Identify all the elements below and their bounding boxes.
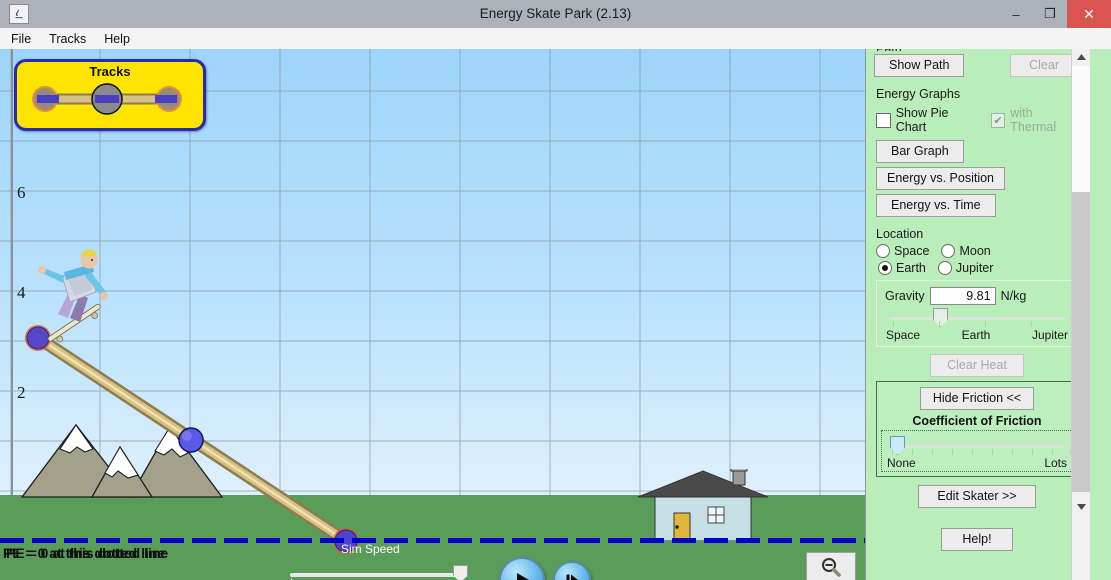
gravity-min-label: Space <box>886 328 921 342</box>
gravity-slider-ticks <box>889 321 1074 328</box>
scroll-down-arrow[interactable] <box>1072 499 1090 516</box>
friction-slider-labels: None Lots <box>887 456 1067 470</box>
skater[interactable] <box>30 246 116 346</box>
scroll-up-arrow[interactable] <box>1072 49 1090 66</box>
energy-vs-time-button[interactable]: Energy vs. Time <box>876 194 996 217</box>
with-thermal-label: with Thermal <box>1010 106 1057 134</box>
gravity-input[interactable] <box>929 287 996 305</box>
energy-skate-park-window: Energy Skate Park (2.13) – ❐ ✕ File Trac… <box>0 0 1111 580</box>
show-pie-chart-checkbox[interactable] <box>876 112 891 128</box>
track-control-point-middle[interactable] <box>177 426 205 454</box>
location-option-moon[interactable]: Moon <box>941 244 991 258</box>
sim-speed-label: Sim Speed <box>341 542 400 556</box>
gravity-label: Gravity <box>885 289 925 303</box>
edit-skater-button[interactable]: Edit Skater >> <box>918 485 1036 508</box>
friction-min-label: None <box>887 456 916 470</box>
menu-bar: File Tracks Help <box>0 28 1111 50</box>
show-pie-chart-label: Show Pie Chart <box>895 106 949 134</box>
friction-slider-group: None Lots <box>881 430 1073 472</box>
zoom-buttons-group <box>806 552 856 580</box>
window-title: Energy Skate Park (2.13) <box>479 6 632 21</box>
space-radio[interactable] <box>876 244 890 258</box>
gravity-units: N/kg <box>1000 289 1027 303</box>
path-section-label: Path <box>876 49 1080 51</box>
space-label: Space <box>894 244 930 258</box>
friction-max-label: Lots <box>1044 456 1067 470</box>
jupiter-radio[interactable] <box>937 261 952 275</box>
zoom-out-icon <box>822 558 841 577</box>
moon-radio[interactable] <box>941 244 956 258</box>
earth-radio[interactable] <box>878 261 892 275</box>
panel-scrollbar[interactable] <box>1071 49 1090 580</box>
menu-tracks[interactable]: Tracks <box>42 31 93 47</box>
gravity-slider-labels: Space Earth Jupiter <box>886 328 1068 342</box>
moon-label: Moon <box>959 244 991 258</box>
location-option-jupiter[interactable]: Jupiter <box>937 261 994 275</box>
gravity-mid-label: Earth <box>961 328 991 342</box>
friction-slider-ticks <box>890 449 1071 456</box>
jupiter-label: Jupiter <box>955 261 994 275</box>
play-icon <box>517 573 529 580</box>
menu-file[interactable]: File <box>4 31 38 47</box>
gravity-max-label: Jupiter <box>1031 328 1068 342</box>
simulation-canvas[interactable]: 6 4 2 Tracks PE = 0 at this dotted line … <box>0 49 866 580</box>
gravity-group: Gravity N/kg Space Earth Jupiter <box>876 280 1078 347</box>
pe-zero-label-overlap: PE = 0 at this dotted line <box>3 545 166 561</box>
help-button[interactable]: Help! <box>941 528 1013 551</box>
maximize-button[interactable]: ❐ <box>1033 0 1067 28</box>
tracks-toolbox-title: Tracks <box>89 64 131 79</box>
clear-path-button[interactable]: Clear <box>1010 54 1078 77</box>
hide-friction-button[interactable]: Hide Friction << <box>919 387 1035 410</box>
clear-heat-button[interactable]: Clear Heat <box>930 354 1024 377</box>
close-button[interactable]: ✕ <box>1067 0 1111 28</box>
location-section-label: Location <box>876 227 924 241</box>
coefficient-of-friction-label: Coefficient of Friction <box>912 414 1042 428</box>
show-path-button[interactable]: Show Path <box>874 54 965 77</box>
track-template-thumbnail[interactable] <box>17 79 197 119</box>
minimize-button[interactable]: – <box>999 0 1033 28</box>
step-icon <box>566 574 578 580</box>
title-bar: Energy Skate Park (2.13) – ❐ ✕ <box>0 0 1111 28</box>
friction-slider[interactable] <box>890 436 1064 455</box>
tracks-toolbox[interactable]: Tracks <box>14 59 206 131</box>
gravity-slider[interactable] <box>889 308 1065 327</box>
energy-vs-position-button[interactable]: Energy vs. Position <box>876 167 1005 190</box>
zoom-out-button[interactable] <box>806 552 856 580</box>
bar-graph-button[interactable]: Bar Graph <box>876 140 964 163</box>
scrollbar-thumb[interactable] <box>1072 192 1090 492</box>
energy-graphs-section-label: Energy Graphs <box>876 87 961 101</box>
menu-help[interactable]: Help <box>97 31 137 47</box>
location-option-space[interactable]: Space <box>876 244 929 258</box>
control-panel: Path Show Path Clear Energy Graphs Show … <box>866 49 1111 580</box>
friction-group: Hide Friction << Coefficient of Friction… <box>876 381 1078 477</box>
earth-label: Earth <box>896 261 926 275</box>
with-thermal-checkbox[interactable]: ✔ <box>990 112 1006 128</box>
sim-speed-slider[interactable] <box>290 573 460 577</box>
control-panel-content: Path Show Path Clear Energy Graphs Show … <box>866 49 1088 580</box>
pe-zero-dotted-line <box>0 538 865 543</box>
window-buttons: – ❐ ✕ <box>999 0 1111 28</box>
location-option-earth[interactable]: Earth <box>878 261 926 275</box>
